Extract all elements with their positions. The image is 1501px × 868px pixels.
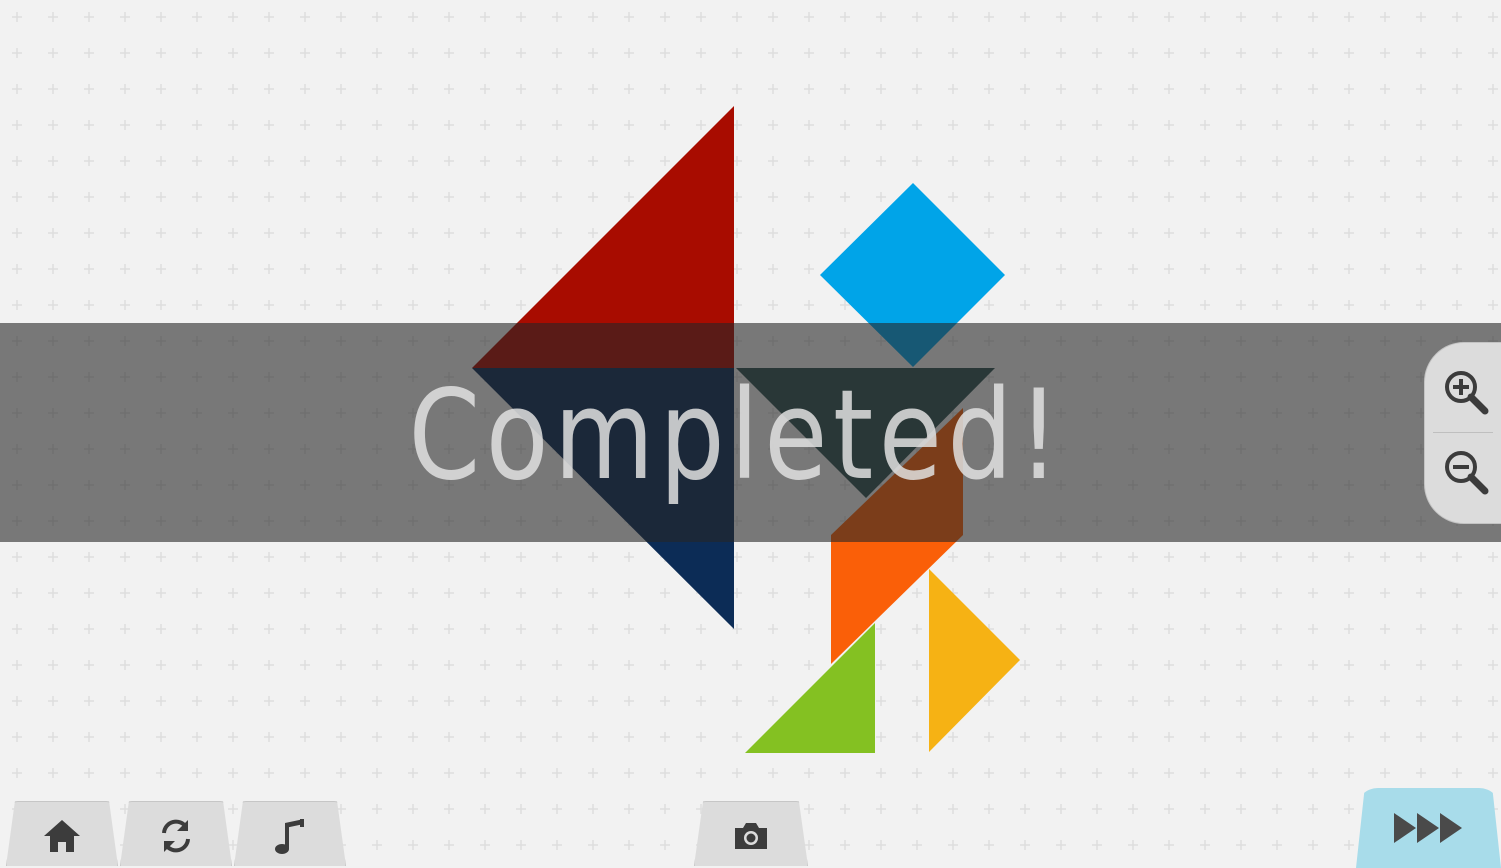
music-button[interactable] — [234, 801, 346, 866]
zoom-divider — [1433, 432, 1493, 433]
zoom-in-button[interactable] — [1439, 365, 1495, 421]
zoom-in-icon — [1445, 371, 1489, 415]
banner-text: Completed! — [408, 363, 1065, 508]
restart-button[interactable] — [120, 801, 232, 866]
yellow-small-triangle[interactable] — [929, 569, 1020, 752]
screenshot-button[interactable] — [694, 801, 808, 866]
camera-icon — [735, 823, 767, 849]
music-note-icon — [275, 819, 304, 854]
restart-icon — [162, 819, 190, 853]
completion-banner: Completed! — [0, 323, 1501, 542]
fast-forward-icon — [1393, 813, 1462, 843]
home-button[interactable] — [6, 801, 118, 866]
zoom-out-icon — [1445, 451, 1489, 495]
home-icon — [44, 820, 80, 852]
green-small-triangle[interactable] — [745, 623, 875, 753]
zoom-out-button[interactable] — [1439, 445, 1495, 501]
zoom-panel — [1424, 342, 1501, 524]
next-level-button[interactable] — [1356, 788, 1501, 868]
